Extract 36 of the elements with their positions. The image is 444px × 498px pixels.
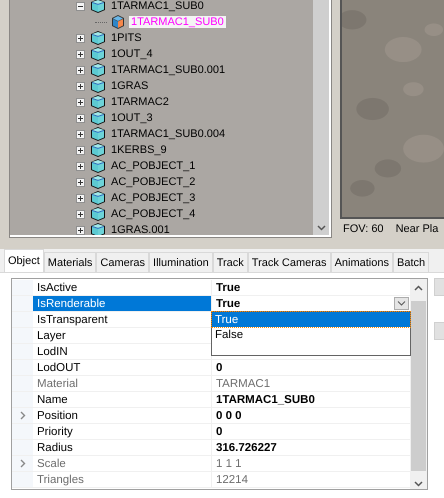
tree-item[interactable]: 1GRAS.001 <box>109 224 172 235</box>
tree-item[interactable]: 1TARMAC1_SUB0.004 <box>109 128 228 140</box>
property-value: 0 <box>216 362 222 374</box>
property-value: 1TARMAC1_SUB0 <box>216 394 315 406</box>
property-value: 1 1 1 <box>216 458 242 470</box>
tree-item[interactable]: 1PITS <box>109 32 144 44</box>
tab[interactable]: Illumination <box>149 252 213 272</box>
property-value: 0 0 0 <box>216 410 242 422</box>
tree-item[interactable]: 1OUT_4 <box>109 48 155 60</box>
tree-item[interactable]: AC_POBJECT_1 <box>109 160 198 172</box>
property-value: TARMAC1 <box>216 378 270 390</box>
near-plane-label: Near Pla <box>396 223 438 235</box>
tab[interactable]: Object <box>4 249 44 272</box>
property-value: 0 <box>216 426 222 438</box>
tree-item[interactable]: 1TARMAC1_SUB0.001 <box>109 64 228 76</box>
dropdown-option[interactable]: True <box>212 312 410 327</box>
tree-item[interactable]: AC_POBJECT_3 <box>109 192 198 204</box>
property-value: 12214 <box>216 474 248 486</box>
tree-item[interactable]: 1GRAS <box>109 80 150 92</box>
property-value: True <box>216 298 240 310</box>
fov-label: FOV: 60 <box>343 223 384 235</box>
tab[interactable]: Materials <box>44 252 96 272</box>
tree-item[interactable]: AC_POBJECT_4 <box>109 208 198 220</box>
tree-item[interactable]: AC_POBJECT_2 <box>109 176 198 188</box>
property-value: True <box>216 282 240 294</box>
tree-item[interactable]: 1TARMAC1_SUB0 <box>109 0 206 12</box>
tab[interactable]: Batch <box>392 252 430 272</box>
property-value: 316.726227 <box>216 442 277 454</box>
tree-item[interactable]: 1OUT_3 <box>109 112 155 124</box>
tab[interactable]: Animations <box>330 252 393 272</box>
tab[interactable]: Track <box>212 252 248 272</box>
tab[interactable]: Track Cameras <box>248 252 331 272</box>
tree-item[interactable]: 1KERBS_9 <box>109 144 169 156</box>
tree-item[interactable]: 1TARMAC2 <box>109 96 171 108</box>
property-name[interactable]: IsRenderable <box>33 296 212 311</box>
tab[interactable]: Cameras <box>96 252 150 272</box>
